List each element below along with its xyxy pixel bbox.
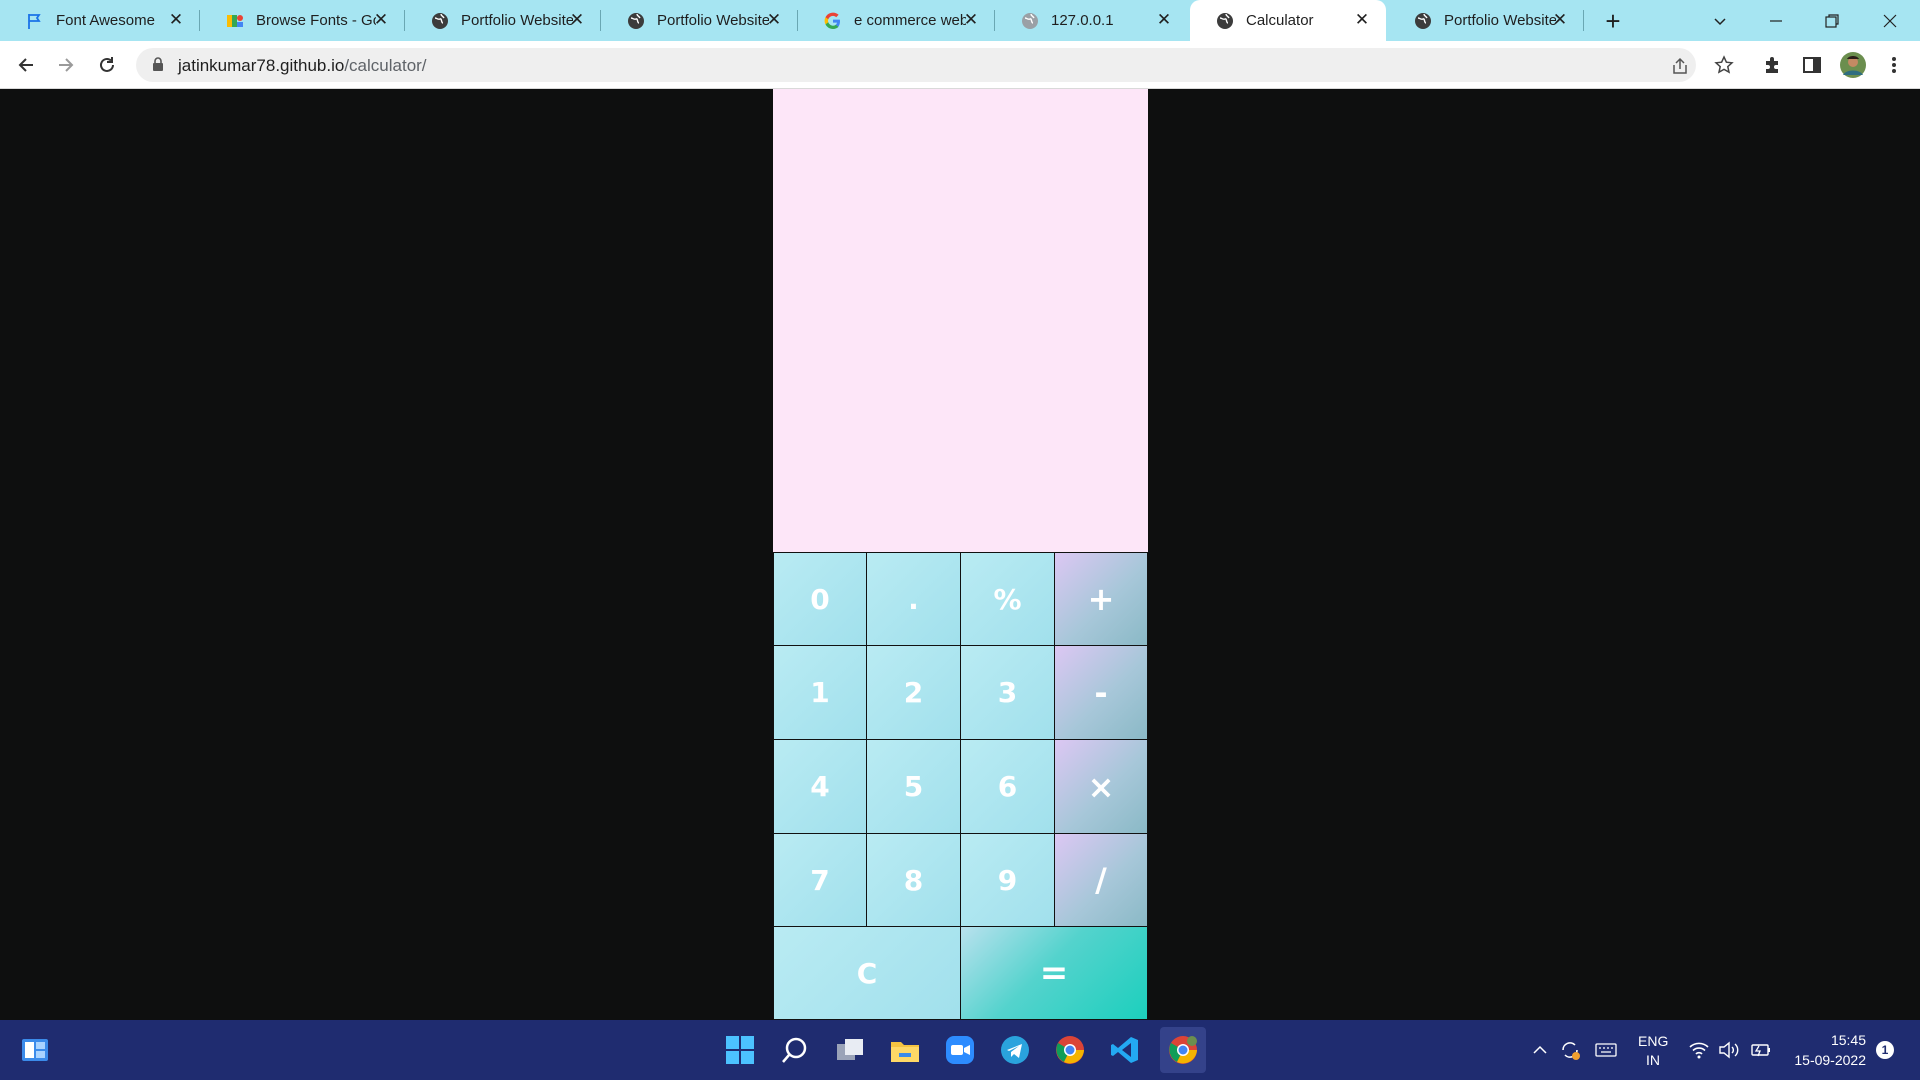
key-equals[interactable]: = [960,926,1148,1020]
close-tab-icon[interactable]: ✕ [166,10,186,30]
tab-ecommerce[interactable]: e commerce webs ✕ [798,0,995,41]
time-text: 15:45 [1830,1032,1866,1048]
url-text[interactable]: jatinkumar78.github.io/calculator/ [178,56,427,76]
key-4[interactable]: 4 [773,739,867,834]
key-minus[interactable]: - [1054,645,1148,740]
restore-icon[interactable] [1804,0,1860,41]
google-fonts-icon [226,12,244,30]
profile-avatar[interactable] [1838,50,1868,80]
key-clear[interactable]: C [773,926,961,1020]
browser-toolbar: jatinkumar78.github.io/calculator/ [0,41,1920,89]
close-tab-icon[interactable]: ✕ [961,10,981,30]
tab-title: e commerce webs [854,12,966,29]
clock[interactable]: 15:45 15-09-2022 [1786,1030,1866,1070]
calculator: 0 . % + 1 2 3 - 4 5 6 × 7 8 9 / C = [773,89,1148,1020]
key-5[interactable]: 5 [866,739,961,834]
task-view-icon[interactable] [830,1030,870,1070]
google-icon [824,12,842,30]
tab-font-awesome[interactable]: Font Awesome ✕ [0,0,200,41]
bookmark-star-icon[interactable] [1712,53,1736,77]
taskbar: ENG IN 15:45 15-09-2022 1 [0,1020,1920,1080]
reload-icon[interactable] [91,49,123,81]
flag-icon [26,12,44,30]
keyboard-icon[interactable] [1594,1038,1618,1062]
date-text: 15-09-2022 [1794,1052,1866,1068]
tab-strip: Font Awesome ✕ Browse Fonts - Go ✕ Portf… [0,0,1920,41]
language-text: ENG [1638,1033,1669,1049]
key-2[interactable]: 2 [866,645,961,740]
chrome-icon[interactable] [1050,1030,1090,1070]
close-tab-icon[interactable]: ✕ [567,10,587,30]
tab-title: Portfolio Website [461,12,573,29]
windows-start-icon[interactable] [720,1030,760,1070]
close-tab-icon[interactable]: ✕ [1154,10,1174,30]
key-multiply[interactable]: × [1054,739,1148,834]
close-tab-icon[interactable]: ✕ [1550,10,1570,30]
back-icon[interactable] [10,49,42,81]
lock-icon[interactable] [152,57,164,76]
widgets-icon[interactable] [15,1030,55,1070]
language-indicator[interactable]: ENG IN [1638,1032,1668,1070]
url-host: jatinkumar78.github.io [178,56,345,75]
minimize-icon[interactable] [1748,0,1804,41]
tab-portfolio-2[interactable]: Portfolio Website ✕ [601,0,798,41]
notification-badge[interactable]: 1 [1876,1041,1894,1059]
globe-icon [431,12,449,30]
key-divide[interactable]: / [1054,833,1148,927]
chrome-profile-icon[interactable] [1160,1027,1206,1073]
region-text: IN [1646,1052,1660,1068]
tab-title: Portfolio Website [1444,12,1556,29]
globe-icon [1414,12,1432,30]
calculator-display [773,89,1148,552]
tab-title: 127.0.0.1 [1051,12,1114,29]
zoom-icon[interactable] [940,1030,980,1070]
key-9[interactable]: 9 [960,833,1055,927]
key-percent[interactable]: % [960,552,1055,646]
file-explorer-icon[interactable] [885,1030,925,1070]
wifi-icon[interactable] [1687,1038,1711,1062]
key-3[interactable]: 3 [960,645,1055,740]
extensions-icon[interactable] [1760,53,1784,77]
search-icon[interactable] [775,1030,815,1070]
key-1[interactable]: 1 [773,645,867,740]
tab-localhost[interactable]: 127.0.0.1 ✕ [995,0,1188,41]
tab-search-icon[interactable] [1692,0,1748,41]
url-path: /calculator/ [344,56,427,75]
globe-icon [1021,12,1039,30]
volume-icon[interactable] [1717,1038,1741,1062]
key-8[interactable]: 8 [866,833,961,927]
tab-title: Browse Fonts - Go [256,12,376,29]
tab-calculator[interactable]: Calculator ✕ [1190,0,1386,41]
key-decimal[interactable]: . [866,552,961,646]
sync-icon[interactable] [1558,1038,1582,1062]
close-tab-icon[interactable]: ✕ [1352,10,1372,30]
battery-icon[interactable] [1748,1038,1772,1062]
tab-browse-fonts[interactable]: Browse Fonts - Go ✕ [200,0,405,41]
tab-title: Calculator [1246,12,1314,29]
side-panel-icon[interactable] [1800,53,1824,77]
share-icon[interactable] [1668,54,1692,78]
tab-title: Portfolio Website [657,12,769,29]
tab-portfolio-1[interactable]: Portfolio Website ✕ [405,0,601,41]
close-tab-icon[interactable]: ✕ [371,10,391,30]
key-plus[interactable]: + [1054,552,1148,646]
key-0[interactable]: 0 [773,552,867,646]
globe-icon [627,12,645,30]
new-tab-icon[interactable]: + [1598,6,1628,36]
key-6[interactable]: 6 [960,739,1055,834]
forward-icon[interactable] [50,49,82,81]
tab-separator [1583,10,1584,31]
key-7[interactable]: 7 [773,833,867,927]
globe-icon [1216,12,1234,30]
close-tab-icon[interactable]: ✕ [764,10,784,30]
menu-kebab-icon[interactable] [1882,53,1906,77]
close-window-icon[interactable] [1862,0,1918,41]
vscode-icon[interactable] [1105,1030,1145,1070]
show-hidden-icons-icon[interactable] [1528,1038,1552,1062]
tab-portfolio-3[interactable]: Portfolio Website ✕ [1388,0,1584,41]
telegram-icon[interactable] [995,1030,1035,1070]
address-bar[interactable]: jatinkumar78.github.io/calculator/ [136,48,1696,82]
